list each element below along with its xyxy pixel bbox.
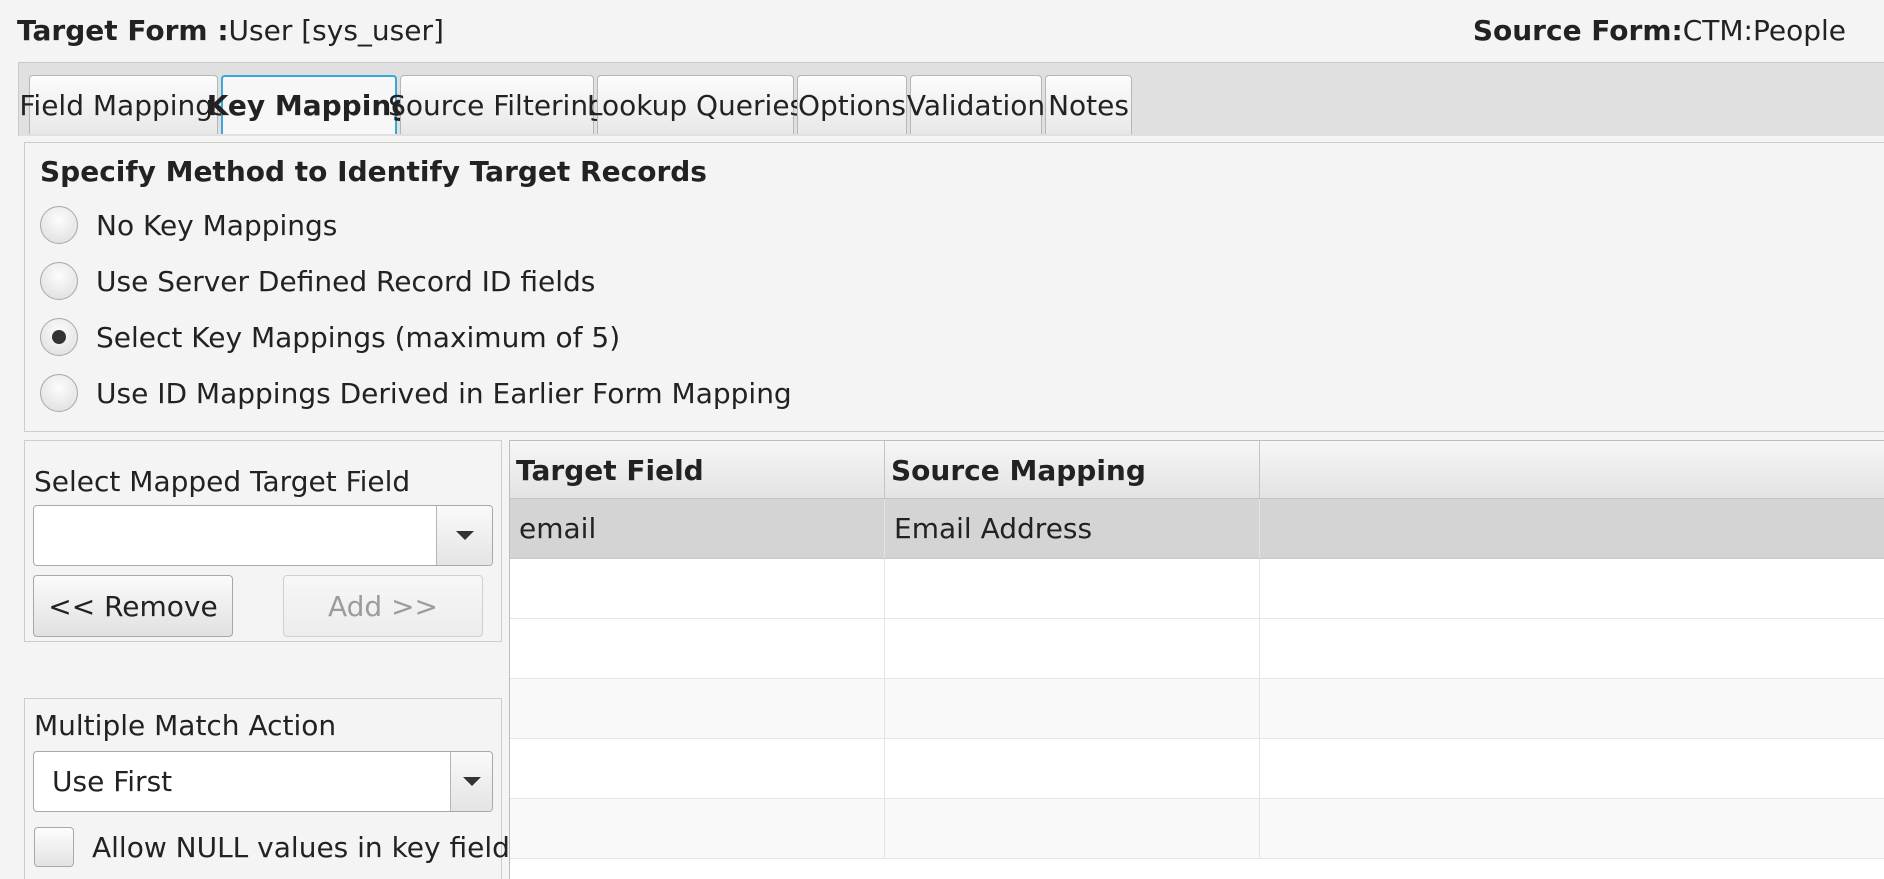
option-id-mappings-earlier[interactable]: Use ID Mappings Derived in Earlier Form … — [40, 374, 792, 412]
table-row-empty — [510, 679, 1884, 739]
option-label: Use ID Mappings Derived in Earlier Form … — [96, 376, 792, 410]
target-form-value: User [sys_user] — [228, 14, 444, 47]
empty-cell — [885, 739, 1260, 798]
empty-cell — [885, 799, 1260, 858]
chevron-down-icon — [462, 777, 481, 786]
table-row[interactable]: email Email Address — [510, 499, 1884, 559]
radio-button-icon[interactable] — [40, 374, 78, 412]
remove-button[interactable]: << Remove — [33, 575, 233, 637]
table-row-empty — [510, 619, 1884, 679]
option-label: Select Key Mappings (maximum of 5) — [96, 320, 621, 354]
tab-source-filtering[interactable]: Source Filtering — [388, 75, 606, 134]
multiple-match-panel: Multiple Match Action Use First Allow NU… — [24, 698, 525, 879]
radio-button-icon[interactable] — [40, 206, 78, 244]
combo-value: Use First — [52, 765, 173, 798]
tab-key-mapping[interactable]: Key Mapping — [207, 75, 411, 134]
select-target-field-label: Select Mapped Target Field — [34, 465, 411, 498]
option-label: Use Server Defined Record ID fields — [96, 264, 596, 298]
empty-cell — [885, 679, 1260, 738]
target-form-header: Target Form :User [sys_user] — [17, 14, 444, 47]
empty-cell — [1260, 499, 1884, 558]
option-select-key-mappings[interactable]: Select Key Mappings (maximum of 5) — [40, 318, 620, 356]
option-label: No Key Mappings — [96, 208, 338, 242]
add-button[interactable]: Add >> — [283, 575, 483, 637]
allow-null-checkbox-row[interactable]: Allow NULL values in key fields — [34, 827, 525, 867]
tab-bar: Field Mappings Key Mapping Source Filter… — [18, 62, 1884, 136]
empty-cell — [885, 559, 1260, 618]
multiple-match-combo[interactable]: Use First — [33, 751, 493, 812]
target-field-cell: email — [510, 499, 885, 558]
empty-cell — [510, 799, 885, 858]
allow-null-label: Allow NULL values in key fields — [92, 830, 525, 864]
key-mapping-window: Target Form :User [sys_user] Source Form… — [0, 0, 1884, 879]
option-no-key-mappings[interactable]: No Key Mappings — [40, 206, 337, 244]
table-header: Target Field Source Mapping — [510, 441, 1884, 499]
option-server-defined-id[interactable]: Use Server Defined Record ID fields — [40, 262, 595, 300]
key-mapping-table: Target Field Source Mapping email Email … — [509, 440, 1884, 879]
dropdown-button[interactable] — [450, 752, 492, 811]
chevron-down-icon — [455, 531, 474, 540]
tab-options[interactable]: Options — [797, 75, 907, 134]
table-row-empty — [510, 799, 1884, 859]
multiple-match-label: Multiple Match Action — [34, 709, 337, 742]
column-header-target-field[interactable]: Target Field — [510, 441, 885, 499]
column-header-empty — [1260, 441, 1884, 499]
column-header-source-mapping[interactable]: Source Mapping — [885, 441, 1260, 499]
empty-cell — [510, 739, 885, 798]
select-target-field-panel: Select Mapped Target Field << Remove Add… — [24, 440, 502, 642]
identify-method-section: Specify Method to Identify Target Record… — [24, 142, 1884, 432]
empty-cell — [510, 559, 885, 618]
method-title: Specify Method to Identify Target Record… — [40, 155, 707, 188]
source-form-label: Source Form: — [1472, 14, 1683, 47]
tab-validation[interactable]: Validation — [907, 75, 1045, 134]
source-form-value: CTM:People — [1682, 14, 1846, 47]
empty-cell — [510, 619, 885, 678]
radio-button-icon[interactable] — [40, 262, 78, 300]
source-mapping-cell: Email Address — [885, 499, 1260, 558]
table-row-empty — [510, 559, 1884, 619]
source-form-header: Source Form:CTM:People — [1473, 14, 1846, 47]
dropdown-button[interactable] — [436, 506, 492, 565]
target-form-label: Target Form : — [17, 14, 229, 47]
tab-field-mappings[interactable]: Field Mappings — [19, 75, 228, 134]
radio-button-selected-icon[interactable] — [40, 318, 78, 356]
empty-cell — [885, 619, 1260, 678]
table-row-empty — [510, 739, 1884, 799]
allow-null-checkbox[interactable] — [34, 827, 74, 867]
empty-cell — [510, 679, 885, 738]
tab-notes[interactable]: Notes — [1045, 75, 1132, 134]
tab-lookup-queries[interactable]: Lookup Queries — [587, 75, 804, 134]
target-field-combo[interactable] — [33, 505, 493, 566]
